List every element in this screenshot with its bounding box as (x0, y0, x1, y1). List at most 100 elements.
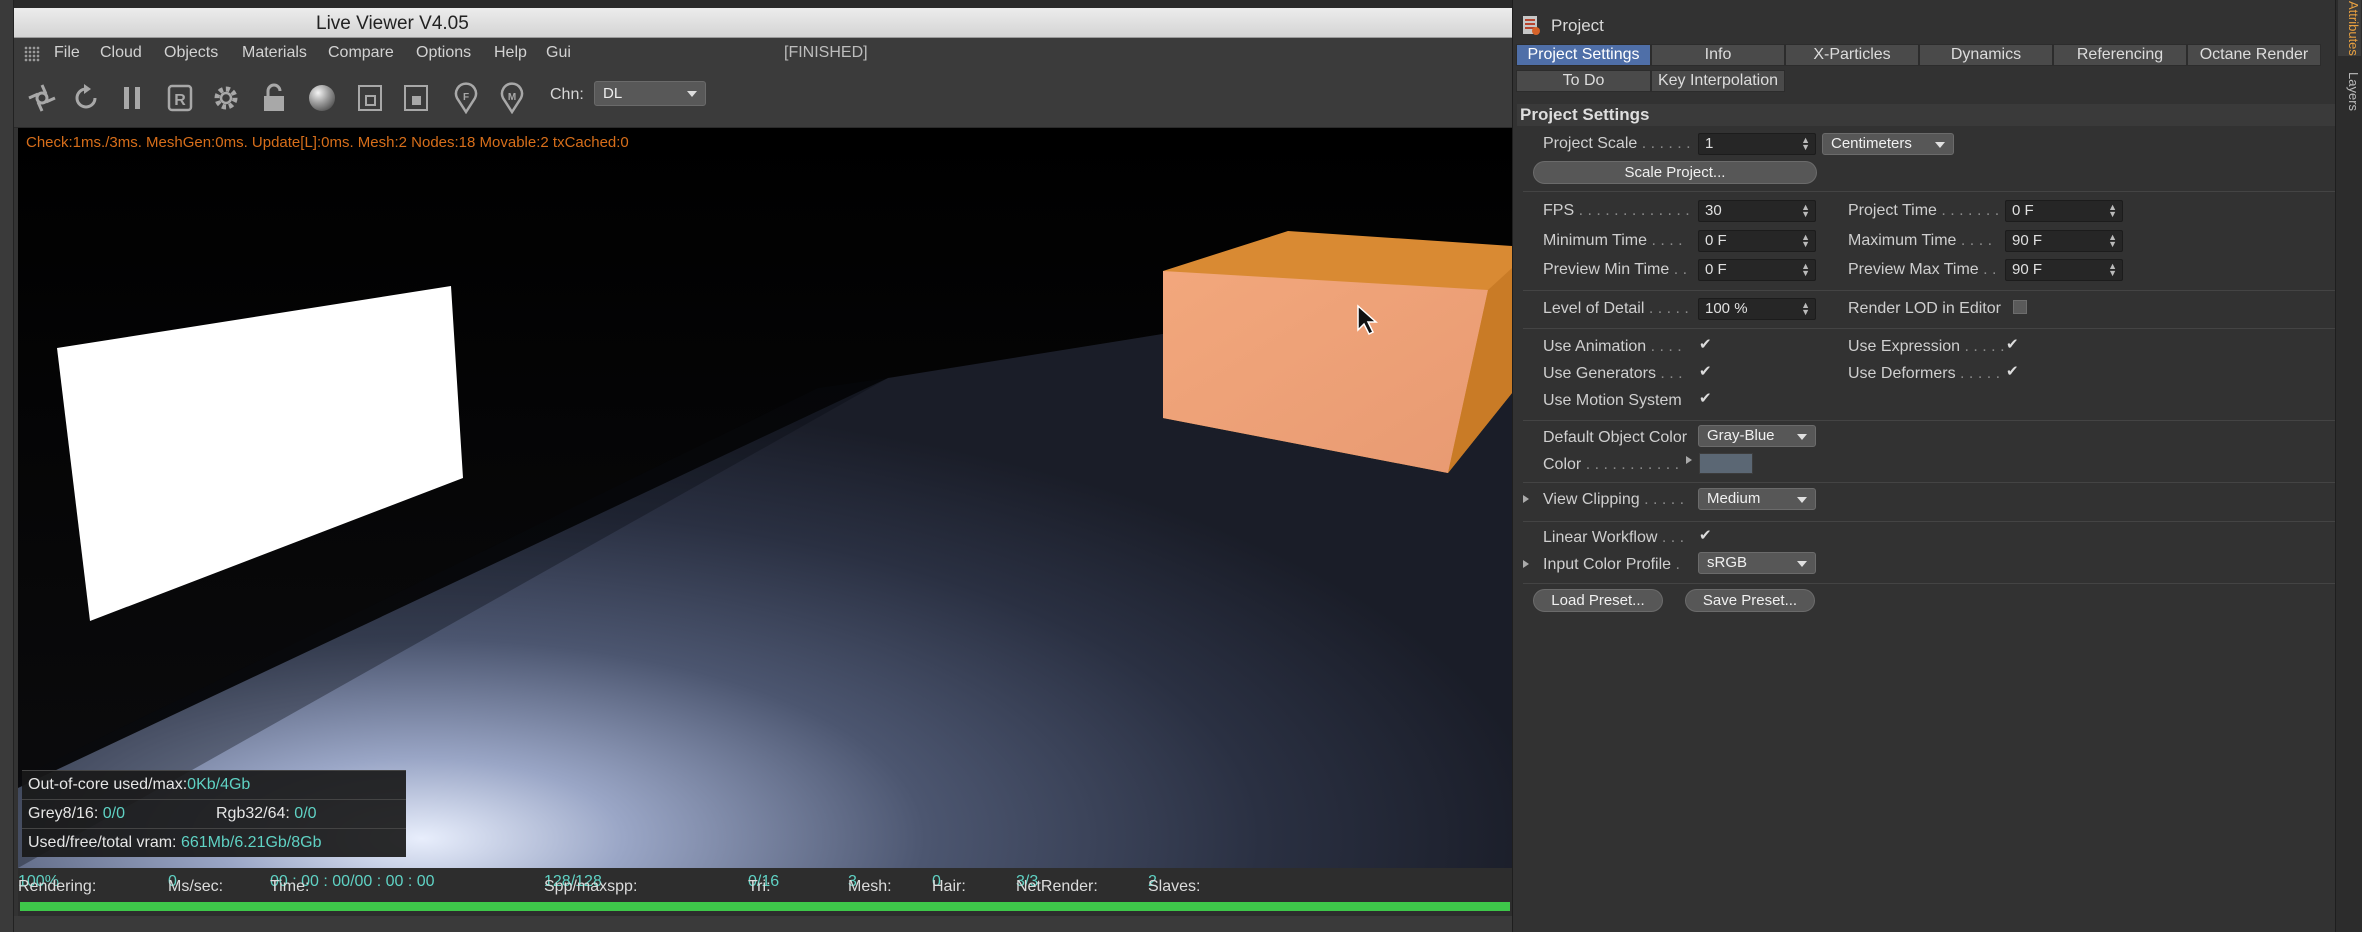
divider (1523, 191, 2336, 192)
render-status: [FINISHED] (784, 44, 868, 61)
use-motion-system-label: Use Motion System (1543, 392, 1682, 409)
menu-compare[interactable]: Compare (328, 44, 394, 62)
render-progress-bar (18, 896, 1512, 916)
linear-workflow-checkbox[interactable]: ✔ (1699, 528, 1713, 543)
spp-label: Spp/maxspp: (544, 878, 638, 895)
rgb-value: 0/0 (294, 805, 317, 822)
grey-label: Grey8/16: (28, 805, 99, 822)
use-animation-label: Use Animation . . . . (1543, 338, 1682, 355)
material-ball-icon[interactable] (304, 80, 340, 116)
project-time-input[interactable]: 0 F ▲ ▼ (2005, 200, 2123, 222)
ms-label: Ms/sec: (168, 878, 224, 895)
restart-render-icon[interactable] (68, 80, 104, 116)
svg-text:R: R (174, 92, 186, 109)
live-viewer-window: Live Viewer V4.05 File Cloud Objects Mat… (14, 8, 1512, 932)
menu-file[interactable]: File (54, 44, 80, 62)
side-tab-strip: Attributes Layers (2335, 0, 2362, 932)
use-animation-checkbox[interactable]: ✔ (1699, 337, 1713, 352)
tab-octane-render[interactable]: Octane Render (2187, 44, 2321, 66)
divider (1523, 420, 2336, 421)
side-tab-attributes[interactable]: Attributes (2338, 0, 2361, 56)
chevron-down-icon (1935, 142, 1945, 148)
expand-triangle-icon[interactable] (1686, 456, 1692, 464)
settings-gear-icon[interactable] (208, 80, 244, 116)
viewer-bottom-edge (14, 916, 1512, 932)
svg-text:F: F (463, 92, 469, 103)
menu-materials[interactable]: Materials (242, 44, 307, 62)
menu-bar: File Cloud Objects Materials Compare Opt… (14, 38, 1512, 68)
color-swatch[interactable] (1699, 453, 1753, 474)
pick-material-icon[interactable]: M (494, 80, 530, 116)
scale-project-button[interactable]: Scale Project... (1533, 161, 1817, 184)
minimum-time-input[interactable]: 0 F ▲ ▼ (1698, 230, 1816, 252)
chevron-down-icon (1797, 434, 1807, 440)
tab-info[interactable]: Info (1651, 44, 1785, 66)
menu-cloud[interactable]: Cloud (100, 44, 142, 62)
tab-key-interpolation[interactable]: Key Interpolation (1651, 70, 1785, 92)
level-of-detail-label: Level of Detail . . . . . (1543, 300, 1689, 317)
use-generators-checkbox[interactable]: ✔ (1699, 364, 1713, 379)
grid-menu-icon[interactable] (24, 46, 40, 62)
menu-objects[interactable]: Objects (164, 44, 218, 62)
viewer-toolbar: R F M (14, 68, 1512, 128)
menu-options[interactable]: Options (416, 44, 471, 62)
input-color-profile-dropdown[interactable]: sRGB (1698, 552, 1816, 574)
default-object-color-dropdown[interactable]: Gray-Blue (1698, 425, 1816, 447)
menu-gui[interactable]: Gui (546, 44, 571, 62)
fps-input[interactable]: 30 ▲ ▼ (1698, 200, 1816, 222)
view-clipping-dropdown[interactable]: Medium (1698, 488, 1816, 510)
default-object-color-label: Default Object Color (1543, 429, 1688, 446)
divider (1523, 521, 2336, 522)
divider (1523, 482, 2336, 483)
clay-mode-icon[interactable] (352, 80, 388, 116)
expand-triangle-icon[interactable] (1523, 495, 1529, 503)
channel-dropdown[interactable]: DL (594, 81, 706, 106)
tri-label: Tri: (748, 878, 771, 895)
send-scene-icon[interactable] (24, 80, 60, 116)
project-time-label: Project Time . . . . . . . (1848, 202, 2000, 219)
tab-to-do[interactable]: To Do (1516, 70, 1651, 92)
use-expression-checkbox[interactable]: ✔ (2006, 337, 2020, 352)
tab-x-particles[interactable]: X-Particles (1785, 44, 1919, 66)
minimum-time-label: Minimum Time . . . . (1543, 232, 1683, 249)
mesh-label: Mesh: (848, 878, 892, 895)
tab-project-settings[interactable]: Project Settings (1516, 44, 1651, 66)
pause-icon[interactable] (114, 80, 150, 116)
tab-referencing[interactable]: Referencing (2053, 44, 2187, 66)
use-deformers-checkbox[interactable]: ✔ (2006, 364, 2020, 379)
fps-label: FPS . . . . . . . . . . . . . (1543, 202, 1690, 219)
svg-text:M: M (508, 92, 516, 103)
render-viewport[interactable]: Check:1ms./3ms. MeshGen:0ms. Update[L]:0… (18, 128, 1512, 868)
project-icon (1523, 16, 1540, 35)
render-progress-fill (20, 902, 1510, 911)
divider (1523, 290, 2336, 291)
render-lod-checkbox[interactable] (2013, 300, 2027, 314)
chevron-down-icon (1797, 497, 1807, 503)
save-preset-button[interactable]: Save Preset... (1685, 589, 1815, 612)
vram-value: 661Mb/6.21Gb/8Gb (180, 834, 322, 851)
side-tab-layers[interactable]: Layers (2338, 62, 2361, 122)
render-lod-label: Render LOD in Editor (1848, 300, 2001, 317)
sub-sampling-icon[interactable] (398, 80, 434, 116)
menu-help[interactable]: Help (494, 44, 527, 62)
project-scale-unit-dropdown[interactable]: Centimeters (1822, 133, 1954, 155)
texture-info: Grey8/16: 0/0 Rgb32/64: 0/0 (22, 799, 406, 828)
preview-min-time-input[interactable]: 0 F ▲ ▼ (1698, 259, 1816, 281)
level-of-detail-input[interactable]: 100 % ▲ ▼ (1698, 298, 1816, 320)
live-viewer-titlebar[interactable]: Live Viewer V4.05 (14, 8, 1512, 38)
section-title: Project Settings (1517, 104, 2336, 126)
preview-min-time-label: Preview Min Time . . (1543, 261, 1688, 278)
view-clipping-label: View Clipping . . . . . (1543, 491, 1685, 508)
expand-triangle-icon[interactable] (1523, 560, 1529, 568)
load-preset-button[interactable]: Load Preset... (1533, 589, 1663, 612)
preview-max-time-input[interactable]: 90 F ▲ ▼ (2005, 259, 2123, 281)
tab-dynamics[interactable]: Dynamics (1919, 44, 2053, 66)
rendered-scene (18, 128, 1512, 868)
use-motion-system-checkbox[interactable]: ✔ (1699, 391, 1713, 406)
pick-focus-icon[interactable]: F (448, 80, 484, 116)
maximum-time-input[interactable]: 90 F ▲ ▼ (2005, 230, 2123, 252)
lock-icon[interactable] (256, 80, 292, 116)
region-render-icon[interactable]: R (162, 80, 198, 116)
project-scale-input[interactable]: 1 ▲ ▼ (1698, 133, 1816, 155)
use-expression-label: Use Expression . . . . . (1848, 338, 2005, 355)
